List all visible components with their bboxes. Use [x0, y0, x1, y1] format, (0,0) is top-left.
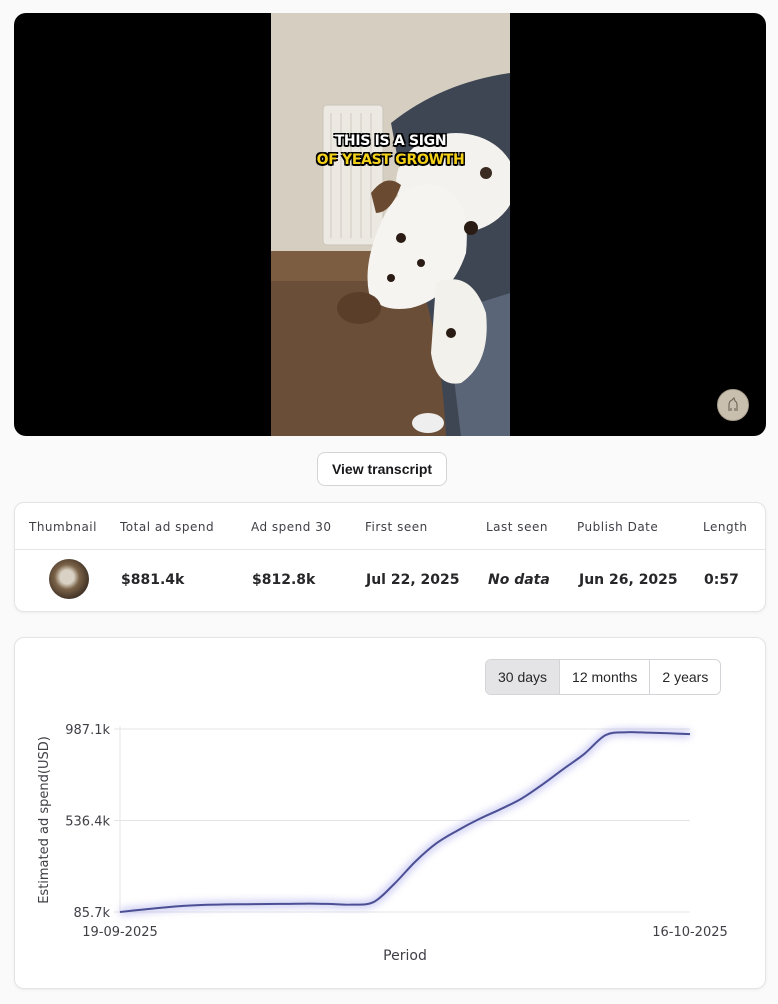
- x-tick-label-start: 19-09-2025: [82, 925, 158, 940]
- ad-spend-chart-card: 30 days 12 months 2 years 987.1k 536.4k …: [14, 637, 766, 989]
- header-publish-date: Publish Date: [577, 520, 659, 534]
- table-header-row: Thumbnail Total ad spend Ad spend 30 Fir…: [15, 503, 765, 550]
- dog-avatar-icon[interactable]: [717, 389, 749, 421]
- chart-grid: [114, 728, 690, 913]
- ad-spend-line-chart: 987.1k 536.4k 85.7k 19-09-2025 16-10-202…: [37, 723, 728, 964]
- ad-spend-30-value: $812.8k: [252, 572, 316, 588]
- view-transcript-button[interactable]: View transcript: [317, 452, 447, 486]
- video-player[interactable]: THIS IS A SIGN OF YEAST GROWTH: [14, 13, 766, 436]
- publish-date-value: Jun 26, 2025: [579, 572, 678, 588]
- dog-outline-icon: [728, 396, 738, 411]
- last-seen-value: No data: [488, 572, 550, 588]
- y-tick-label: 536.4k: [65, 815, 110, 830]
- video-caption-line-1: THIS IS A SIGN: [334, 133, 447, 149]
- series-line: [119, 731, 691, 913]
- ad-thumbnail[interactable]: [49, 559, 89, 599]
- header-thumbnail: Thumbnail: [29, 520, 97, 534]
- x-tick-label-end: 16-10-2025: [652, 925, 728, 940]
- x-axis-title: Period: [383, 948, 427, 964]
- header-length: Length: [703, 520, 748, 534]
- header-ad-spend-30: Ad spend 30: [251, 520, 332, 534]
- header-total-ad-spend: Total ad spend: [120, 520, 215, 534]
- video-caption-line-2: OF YEAST GROWTH: [316, 152, 465, 168]
- y-tick-label: 987.1k: [65, 723, 110, 738]
- ad-stats-table: Thumbnail Total ad spend Ad spend 30 Fir…: [14, 502, 766, 612]
- video-frame[interactable]: THIS IS A SIGN OF YEAST GROWTH: [271, 13, 510, 436]
- series-line-glow: [119, 729, 691, 915]
- first-seen-value: Jul 22, 2025: [366, 572, 460, 588]
- length-value: 0:57: [704, 572, 739, 588]
- y-tick-label: 85.7k: [74, 906, 111, 921]
- total-ad-spend-value: $881.4k: [121, 572, 185, 588]
- header-last-seen: Last seen: [486, 520, 548, 534]
- video-scene: [271, 13, 510, 436]
- y-axis-title: Estimated ad spend(USD): [37, 736, 52, 904]
- header-first-seen: First seen: [365, 520, 428, 534]
